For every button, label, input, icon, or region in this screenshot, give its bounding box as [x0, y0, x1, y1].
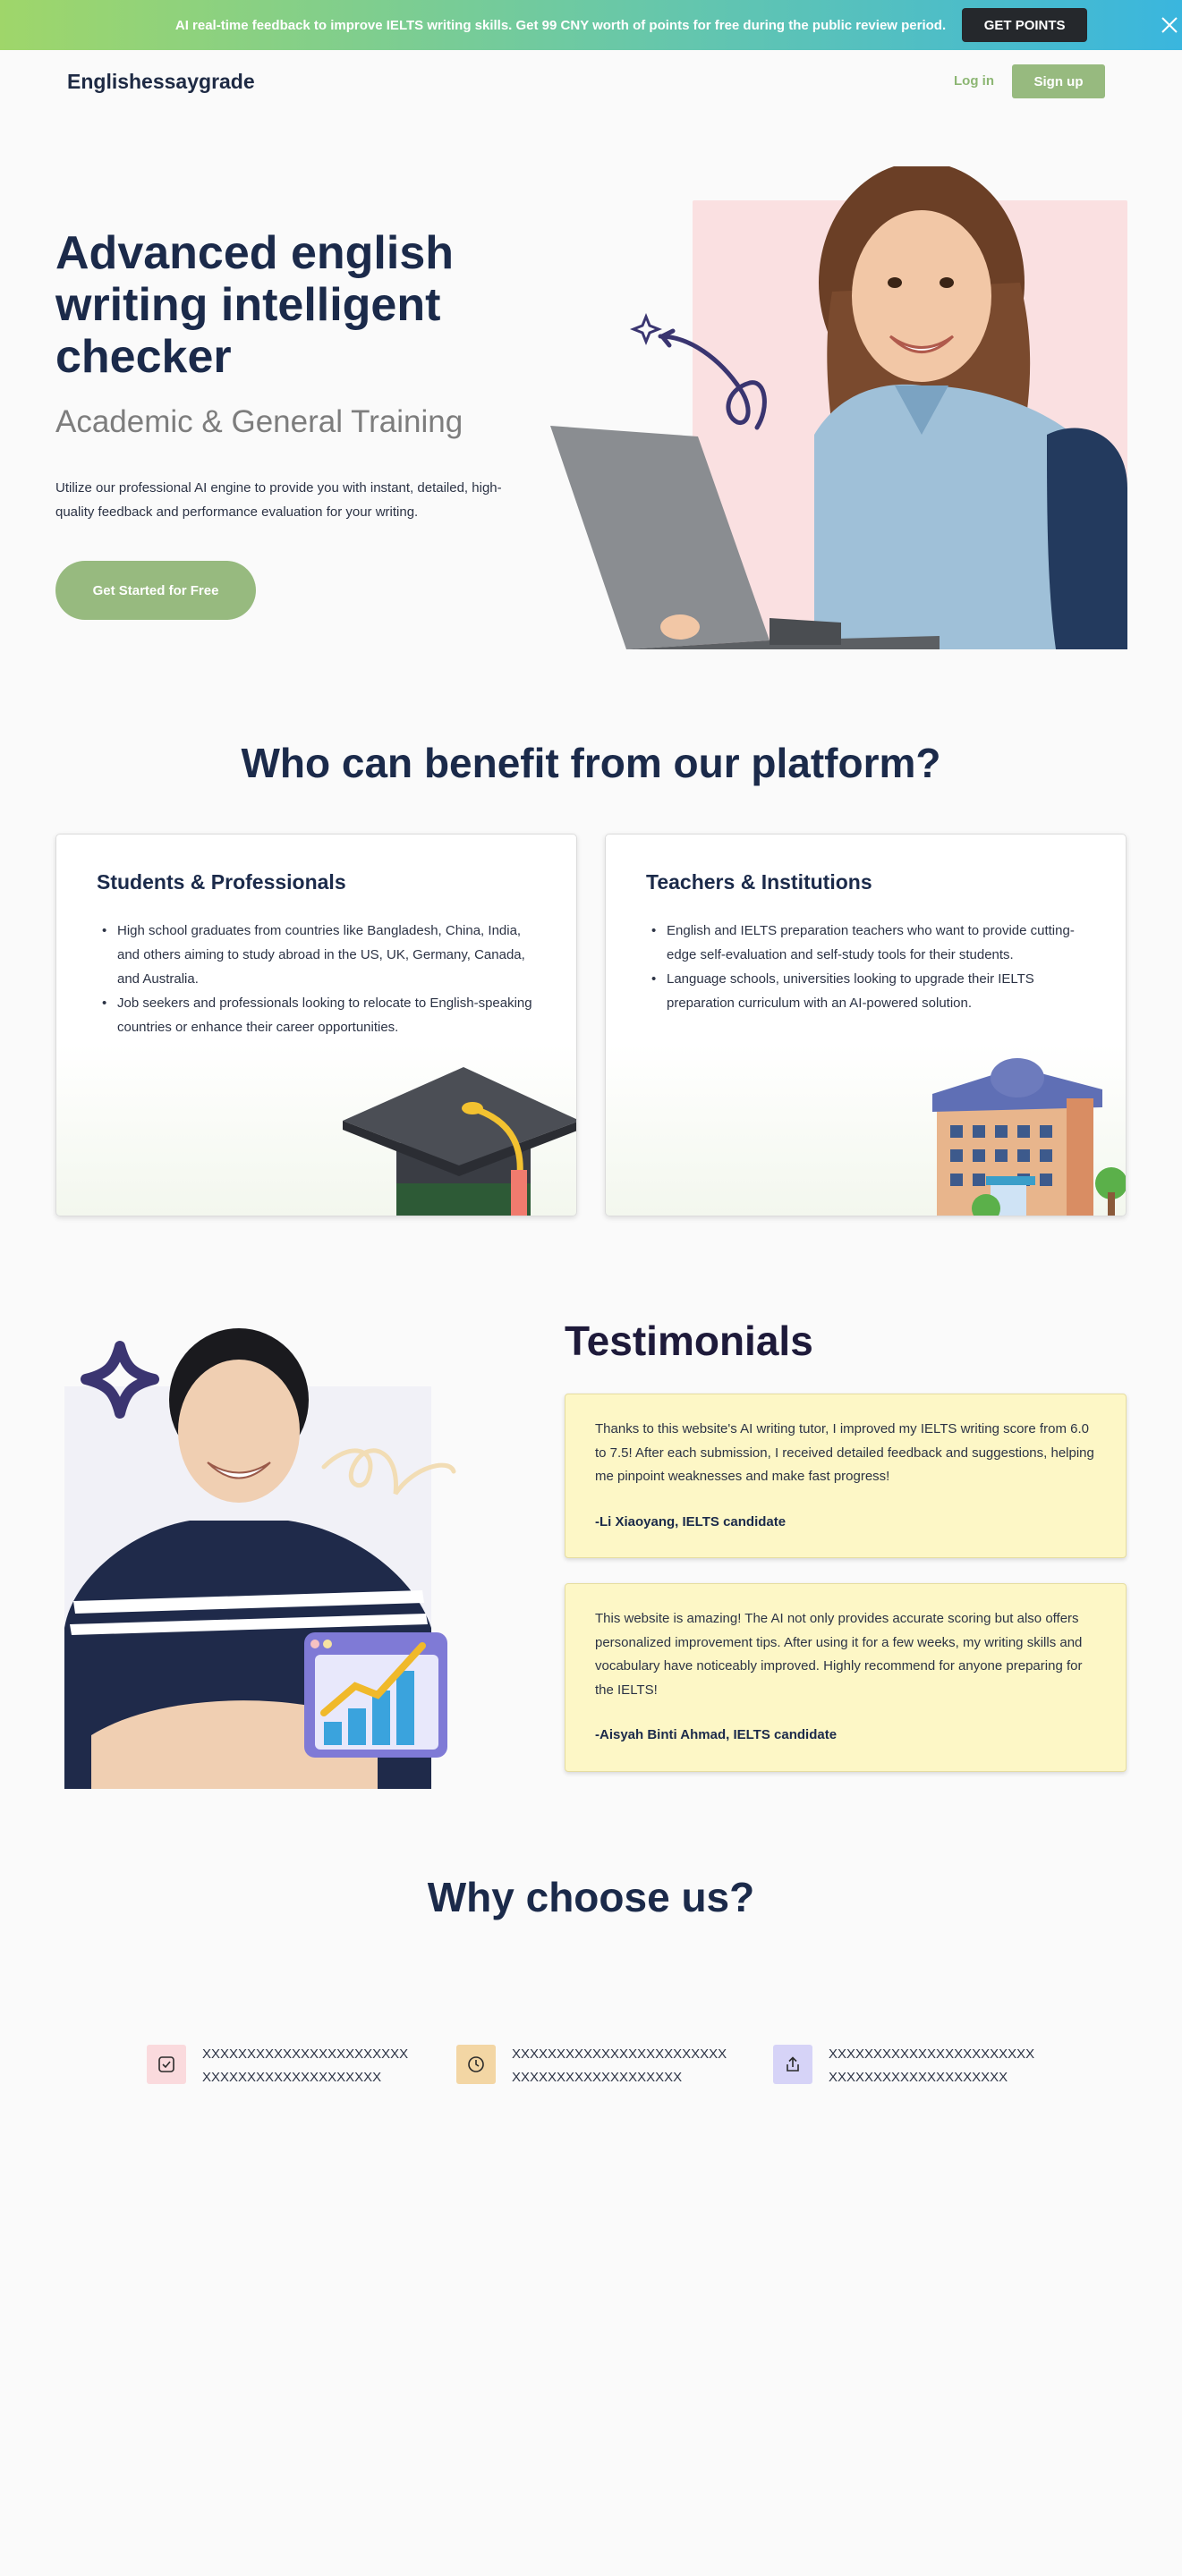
why-section-title: Why choose us?: [427, 1874, 755, 1920]
list-item: High school graduates from countries lik…: [97, 919, 544, 991]
login-link[interactable]: Log in: [954, 73, 994, 89]
promo-banner-text: AI real-time feedback to improve IELTS w…: [174, 17, 947, 33]
testimonials-title: Testimonials: [565, 1318, 813, 1364]
feature-item: XXXXXXXXXXXXXXXXXXXXXXXXXXXXXXXXXXXXXXXX…: [456, 2043, 734, 2088]
feature-icon-box: [456, 2045, 496, 2084]
testimonial-quote: This website is amazing! The AI not only…: [595, 1611, 1083, 1698]
card-list: English and IELTS preparation teachers w…: [646, 919, 1093, 1015]
feature-text: XXXXXXXXXXXXXXXXXXXXXXXXXXXXXXXXXXXXXXXX…: [512, 2046, 727, 2085]
testimonial-student-illustration: [64, 1328, 456, 1789]
share-icon: [787, 2056, 799, 2072]
hero-description: Utilize our professional AI engine to pr…: [55, 480, 502, 520]
feature-item: XXXXXXXXXXXXXXXXXXXXXXXXXXXXXXXXXXXXXXXX…: [773, 2043, 1042, 2088]
promo-banner: AI real-time feedback to improve IELTS w…: [0, 0, 1182, 50]
graduation-cap-illustration: [343, 1067, 576, 1216]
get-points-button[interactable]: GET POINTS: [962, 8, 1088, 42]
testimonial-card: Thanks to this website's AI writing tuto…: [565, 1394, 1127, 1558]
feature-icon-box: [773, 2045, 812, 2084]
testimonial-author: -Aisyah Binti Ahmad, IELTS candidate: [595, 1727, 838, 1742]
get-started-button[interactable]: Get Started for Free: [55, 561, 256, 620]
sparkle-icon: [629, 312, 663, 346]
feature-item: XXXXXXXXXXXXXXXXXXXXXXXXXXXXXXXXXXXXXXXX…: [147, 2043, 415, 2088]
list-item: Language schools, universities looking t…: [646, 967, 1093, 1015]
check-square-icon: [158, 2056, 174, 2072]
clock-icon: [468, 2056, 484, 2072]
list-item: Job seekers and professionals looking to…: [97, 991, 544, 1039]
hero-student-illustration: [550, 166, 1127, 649]
testimonial-quote: Thanks to this website's AI writing tuto…: [595, 1421, 1094, 1484]
benefit-section-title: Who can benefit from our platform?: [241, 740, 941, 786]
feature-text: XXXXXXXXXXXXXXXXXXXXXXXXXXXXXXXXXXXXXXXX…: [202, 2046, 409, 2085]
top-navbar: Englishessaygrade Log in Sign up: [0, 50, 1182, 113]
testimonial-author: -Li Xiaoyang, IELTS candidate: [595, 1513, 787, 1530]
signup-button[interactable]: Sign up: [1012, 64, 1105, 98]
feature-icon-box: [147, 2045, 186, 2084]
feature-text: XXXXXXXXXXXXXXXXXXXXXXXXXXXXXXXXXXXXXXXX…: [829, 2046, 1035, 2085]
testimonial-card: This website is amazing! The AI not only…: [565, 1583, 1127, 1772]
card-title: Teachers & Institutions: [646, 870, 872, 894]
card-title: Students & Professionals: [97, 870, 346, 894]
site-logo[interactable]: Englishessaygrade: [67, 70, 255, 94]
close-icon[interactable]: [1157, 13, 1182, 38]
hero-subtitle: Academic & General Training: [55, 404, 463, 439]
growth-chart-icon: [304, 1632, 447, 1758]
benefit-card-students: Students & Professionals High school gra…: [55, 834, 577, 1216]
card-list: High school graduates from countries lik…: [97, 919, 544, 1039]
school-building-illustration: [932, 1058, 1126, 1216]
benefit-card-teachers: Teachers & Institutions English and IELT…: [605, 834, 1127, 1216]
list-item: English and IELTS preparation teachers w…: [646, 919, 1093, 967]
hero-title: Advanced english writing intelligent che…: [55, 227, 454, 383]
